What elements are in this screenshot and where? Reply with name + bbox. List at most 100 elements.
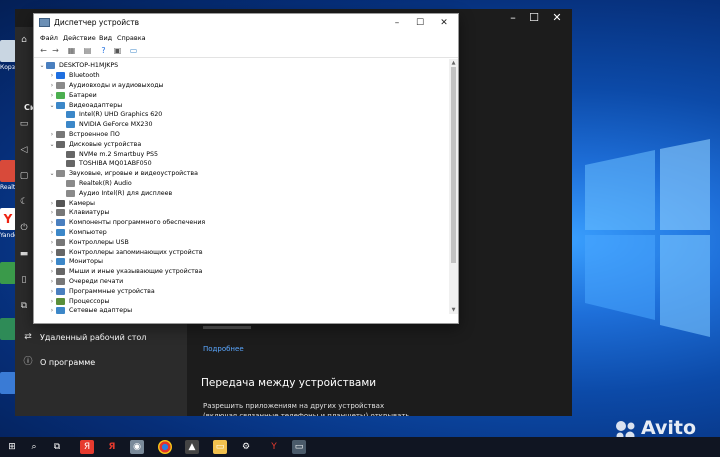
scrollbar-thumb[interactable] [451, 67, 456, 263]
storage-icon[interactable]: ▬ [19, 249, 29, 259]
maximize-button[interactable]: ☐ [413, 17, 427, 29]
tree-row[interactable]: › Аудиовходы и аудиовыходы [48, 81, 164, 91]
desktop: Корз Realte Y Yande – ☐ ✕ ⌂ Си ▭ ◁ ▢ ☾ ⏻… [0, 0, 720, 437]
expand-chevron-icon[interactable]: › [48, 92, 56, 99]
tree-row[interactable]: Realtek(R) Audio [58, 179, 132, 189]
display-icon[interactable]: ▭ [19, 119, 29, 129]
menu-file[interactable]: Файл [40, 34, 58, 42]
expand-chevron-icon[interactable]: › [48, 200, 56, 207]
expand-chevron-icon[interactable]: › [48, 298, 56, 305]
realtek-icon[interactable] [0, 160, 16, 182]
app-shortcut-icon[interactable] [0, 318, 16, 340]
yandex-browser-icon[interactable]: Я [105, 440, 119, 454]
sound-icon[interactable]: ◁ [19, 145, 29, 155]
tablet-icon[interactable]: ▯ [19, 275, 29, 285]
tree-row[interactable]: › Процессоры [48, 296, 110, 306]
tree-row[interactable]: ⌄ Дисковые устройства [48, 139, 141, 149]
tree-row-label: NVIDIA GeForce MX230 [79, 121, 153, 129]
app-icon[interactable]: Y [267, 440, 281, 454]
expand-chevron-icon[interactable]: › [48, 249, 56, 256]
expand-chevron-icon[interactable]: › [48, 229, 56, 236]
tree-row[interactable]: › Встроенное ПО [48, 130, 120, 140]
tree-row[interactable]: › Компьютер [48, 228, 107, 238]
tree-row[interactable]: › Мыши и иные указывающие устройства [48, 267, 202, 277]
menu-help[interactable]: Справка [117, 34, 146, 42]
tree-row[interactable]: ⌄ DESKTOP-H1MJKPS [38, 61, 118, 71]
expand-chevron-icon[interactable]: ⌄ [48, 102, 56, 109]
sidebar-item-remote-desktop[interactable]: ⇄ Удаленный рабочий стол [23, 332, 146, 342]
tree-row[interactable]: Intel(R) UHD Graphics 620 [58, 110, 162, 120]
tree-row[interactable]: › Контроллеры запоминающих устройств [48, 247, 203, 257]
app-shortcut-icon[interactable] [0, 372, 16, 394]
help-icon[interactable]: ? [98, 46, 109, 56]
expand-chevron-icon[interactable]: ⌄ [48, 141, 56, 148]
scroll-down-icon[interactable]: ▼ [449, 306, 458, 314]
tree-row[interactable]: › Сетевые адаптеры [48, 306, 132, 314]
tree-row[interactable]: › Клавиатуры [48, 208, 109, 218]
expand-chevron-icon[interactable]: › [48, 278, 56, 285]
forward-arrow-icon[interactable]: → [50, 46, 61, 56]
app-icon[interactable]: ⚙ [239, 440, 253, 454]
tree-row[interactable]: NVIDIA GeForce MX230 [58, 120, 152, 130]
tree-row[interactable]: › Bluetooth [48, 71, 100, 81]
yandex-icon[interactable]: Y [0, 208, 16, 230]
expand-chevron-icon[interactable]: ⌄ [48, 170, 56, 177]
minimize-button[interactable]: – [390, 17, 404, 29]
expand-chevron-icon[interactable]: › [48, 288, 56, 295]
app-shortcut-icon[interactable] [0, 262, 16, 284]
menu-view[interactable]: Вид [99, 34, 112, 42]
tree-row[interactable]: TOSHIBA MQ01ABF050 [58, 159, 152, 169]
maximize-button[interactable]: ☐ [524, 11, 544, 25]
recycle-bin-icon[interactable] [0, 40, 16, 62]
details-icon[interactable]: ▣ [112, 46, 123, 56]
tree-row[interactable]: › Мониторы [48, 257, 103, 267]
list-view-icon[interactable]: ▤ [82, 46, 93, 56]
yandex-taskbar-icon[interactable]: Я [80, 440, 94, 454]
more-link[interactable]: Подробнее [203, 345, 244, 353]
expand-chevron-icon[interactable]: › [48, 258, 56, 265]
expand-chevron-icon[interactable]: › [48, 82, 56, 89]
expand-chevron-icon[interactable]: › [48, 239, 56, 246]
expand-chevron-icon[interactable]: › [48, 219, 56, 226]
file-explorer-icon[interactable]: ▭ [213, 440, 227, 454]
search-icon[interactable]: ⌕ [27, 440, 41, 454]
back-arrow-icon[interactable]: ← [38, 46, 49, 56]
expand-chevron-icon[interactable]: › [48, 131, 56, 138]
tree-row[interactable]: › Очереди печати [48, 277, 123, 287]
properties-icon[interactable]: ▦ [66, 46, 77, 56]
scan-hardware-icon[interactable]: ▭ [128, 46, 139, 56]
expand-chevron-icon[interactable]: › [48, 268, 56, 275]
tree-row[interactable]: Аудио Intel(R) для дисплеев [58, 188, 172, 198]
device-manager-taskbar-icon[interactable]: ▭ [292, 440, 306, 454]
tree-row[interactable]: NVMe m.2 Smartbuy PS5 [58, 149, 158, 159]
tree-row[interactable]: › Камеры [48, 198, 95, 208]
tree-row[interactable]: › Компоненты программного обеспечения [48, 218, 205, 228]
tree-row[interactable]: ⌄ Видеоадаптеры [48, 100, 122, 110]
sidebar-item-label: О программе [40, 357, 96, 367]
sidebar-item-about[interactable]: ⓘ О программе [23, 357, 95, 367]
scroll-up-icon[interactable]: ▲ [449, 59, 458, 67]
app-icon[interactable]: ▲ [185, 440, 199, 454]
power-icon[interactable]: ⏻ [19, 223, 29, 233]
minimize-button[interactable]: – [503, 11, 523, 25]
expand-chevron-icon[interactable]: › [48, 209, 56, 216]
expand-chevron-icon[interactable]: › [48, 72, 56, 79]
task-view-icon[interactable]: ⧉ [50, 440, 64, 454]
close-button[interactable]: ✕ [547, 11, 567, 25]
tree-row[interactable]: ⌄ Звуковые, игровые и видеоустройства [48, 169, 198, 179]
app-icon[interactable]: ◉ [130, 440, 144, 454]
tree-row[interactable]: › Контроллеры USB [48, 237, 129, 247]
focus-icon[interactable]: ☾ [19, 197, 29, 207]
tree-row[interactable]: › Программные устройства [48, 286, 155, 296]
menu-action[interactable]: Действие [63, 34, 96, 42]
expand-chevron-icon[interactable]: › [48, 307, 56, 314]
close-button[interactable]: ✕ [437, 17, 451, 29]
home-icon[interactable]: ⌂ [19, 35, 29, 45]
notifications-icon[interactable]: ▢ [19, 171, 29, 181]
start-windows-icon[interactable]: ⊞ [5, 440, 19, 454]
vertical-scrollbar[interactable]: ▲ ▼ [449, 59, 458, 314]
multitasking-icon[interactable]: ⧉ [19, 301, 29, 311]
chrome-icon[interactable] [158, 440, 172, 454]
tree-row[interactable]: › Батареи [48, 90, 97, 100]
expand-chevron-icon[interactable]: ⌄ [38, 62, 46, 69]
